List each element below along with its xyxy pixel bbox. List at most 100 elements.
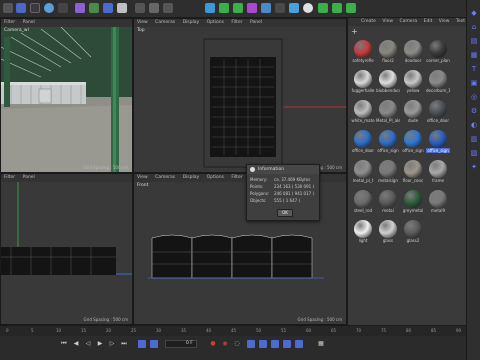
key-scale-icon[interactable] bbox=[271, 340, 279, 348]
material-swatch[interactable]: metalsign bbox=[376, 158, 400, 186]
object-manager-icon[interactable]: ◆ bbox=[469, 8, 479, 18]
cloner-icon[interactable] bbox=[247, 3, 257, 13]
material-swatch[interactable]: steel_rod bbox=[351, 188, 375, 216]
menu-view[interactable]: View bbox=[137, 20, 148, 25]
material-swatch[interactable]: office_sign bbox=[376, 128, 400, 156]
frame-field[interactable]: 0 F bbox=[165, 340, 197, 348]
loop-icon[interactable] bbox=[138, 340, 146, 348]
deformer-icon[interactable] bbox=[261, 3, 271, 13]
material-swatch[interactable]: metal bbox=[376, 188, 400, 216]
tag-icon-1[interactable] bbox=[318, 3, 328, 13]
material-swatch[interactable]: metal_pl_t bbox=[351, 158, 375, 186]
go-start-icon[interactable]: ⏮ bbox=[60, 340, 68, 348]
play-icon[interactable]: ▶ bbox=[96, 340, 104, 348]
prev-key-icon[interactable]: ◀ bbox=[72, 340, 80, 348]
y-axis-icon[interactable] bbox=[89, 3, 99, 13]
next-frame-icon[interactable]: ▷ bbox=[108, 340, 116, 348]
material-swatch[interactable]: office_door bbox=[351, 128, 375, 156]
material-swatch[interactable]: corner_plan bbox=[426, 38, 450, 66]
material-swatch[interactable]: office_door bbox=[426, 98, 450, 126]
subdivision-icon[interactable] bbox=[233, 3, 243, 13]
timeline-ruler[interactable]: 0 5 10 15 20 25 30 35 40 45 50 55 60 65 70 75 80 85 90 bbox=[0, 326, 466, 336]
menu-filter[interactable]: Filter bbox=[4, 20, 15, 25]
select-icon[interactable] bbox=[58, 3, 68, 13]
material-swatch[interactable]: decorbum_1 bbox=[426, 68, 450, 96]
material-swatch[interactable]: greymetal bbox=[401, 188, 425, 216]
material-swatch[interactable]: dude bbox=[401, 98, 425, 126]
rotate-icon[interactable] bbox=[44, 3, 54, 13]
material-swatch[interactable]: safetyrefle bbox=[351, 38, 375, 66]
prev-frame-icon[interactable]: ◁ bbox=[84, 340, 92, 348]
record-icon[interactable]: ● bbox=[209, 340, 217, 348]
ok-button[interactable]: OK bbox=[277, 209, 293, 217]
menu-display[interactable]: Display bbox=[183, 175, 200, 180]
menu-view[interactable]: View bbox=[137, 175, 148, 180]
render-settings-icon[interactable] bbox=[163, 3, 173, 13]
floor-icon[interactable] bbox=[275, 3, 285, 13]
menu-filter[interactable]: Filter bbox=[4, 175, 15, 180]
console-icon[interactable]: ▧ bbox=[469, 148, 479, 158]
material-swatch[interactable]: office_sign bbox=[401, 128, 425, 156]
sound-icon[interactable] bbox=[150, 340, 158, 348]
layer-icon[interactable]: ◐ bbox=[469, 120, 479, 130]
menu-filter[interactable]: Filter bbox=[231, 175, 242, 180]
world-icon[interactable] bbox=[117, 3, 127, 13]
camera-icon[interactable] bbox=[289, 3, 299, 13]
key-rotate-icon[interactable] bbox=[259, 340, 267, 348]
menu-camera[interactable]: Camera bbox=[400, 19, 418, 24]
content-browser-icon[interactable]: ▤ bbox=[469, 36, 479, 46]
settings-icon[interactable]: ⚙ bbox=[469, 106, 479, 116]
material-swatch[interactable]: white_mate bbox=[351, 98, 375, 126]
top-viewport[interactable]: View Cameras Display Options Filter Pane… bbox=[133, 18, 347, 173]
cube-icon[interactable] bbox=[205, 3, 215, 13]
keyframe-icon[interactable]: ◌ bbox=[233, 340, 241, 348]
material-swatch[interactable]: frame bbox=[426, 158, 450, 186]
scale-icon[interactable] bbox=[30, 3, 40, 13]
material-swatch[interactable]: metal9 bbox=[426, 188, 450, 216]
undo-icon[interactable] bbox=[3, 3, 13, 13]
menu-panel[interactable]: Panel bbox=[23, 20, 35, 25]
material-swatch[interactable]: floor2 bbox=[376, 38, 400, 66]
go-end-icon[interactable]: ⏭ bbox=[120, 340, 128, 348]
material-swatch[interactable]: glass bbox=[376, 218, 400, 246]
pen-icon[interactable] bbox=[219, 3, 229, 13]
menu-display[interactable]: Display bbox=[183, 20, 200, 25]
material-swatch[interactable]: Metal_Pl_ale bbox=[376, 98, 400, 126]
render-region-icon[interactable] bbox=[135, 3, 145, 13]
menu-create[interactable]: Create bbox=[361, 19, 376, 24]
material-swatch[interactable]: floor_conc bbox=[401, 158, 425, 186]
menu-view-2[interactable]: View bbox=[439, 19, 450, 24]
attributes-icon[interactable]: ◎ bbox=[469, 92, 479, 102]
menu-options[interactable]: Options bbox=[207, 175, 224, 180]
takes-icon[interactable]: ⌂ bbox=[469, 22, 479, 32]
autokey-icon[interactable]: ◉ bbox=[221, 340, 229, 348]
right-viewport[interactable]: Filter Panel Grid Spacing : 500 cm bbox=[0, 173, 133, 325]
text-icon[interactable]: T bbox=[469, 64, 479, 74]
structure-icon[interactable]: ▦ bbox=[469, 50, 479, 60]
light-icon[interactable] bbox=[303, 3, 313, 13]
snap-icon[interactable]: ✦ bbox=[469, 162, 479, 172]
menu-cameras[interactable]: Cameras bbox=[155, 175, 175, 180]
layers-icon[interactable]: ▣ bbox=[469, 78, 479, 88]
menu-options[interactable]: Options bbox=[207, 20, 224, 25]
add-icon[interactable]: + bbox=[351, 28, 359, 36]
z-axis-icon[interactable] bbox=[103, 3, 113, 13]
material-swatch[interactable]: doodoor bbox=[401, 38, 425, 66]
key-pla-icon[interactable] bbox=[295, 340, 303, 348]
material-swatch[interactable]: yellow bbox=[401, 68, 425, 96]
timeline-menu-icon[interactable]: ▦ bbox=[317, 340, 325, 348]
material-swatch[interactable]: office_sign bbox=[426, 128, 450, 156]
render-icon[interactable]: ▥ bbox=[469, 134, 479, 144]
menu-panel[interactable]: Panel bbox=[23, 175, 35, 180]
material-swatch[interactable]: light bbox=[351, 218, 375, 246]
menu-text[interactable]: Text bbox=[456, 19, 465, 24]
render-view-icon[interactable] bbox=[149, 3, 159, 13]
menu-filter[interactable]: Filter bbox=[231, 20, 242, 25]
material-swatch[interactable]: blubbendun bbox=[376, 68, 400, 96]
material-swatch[interactable]: fuggerhalle bbox=[351, 68, 375, 96]
tag-icon-2[interactable] bbox=[332, 3, 342, 13]
tag-icon-3[interactable] bbox=[346, 3, 356, 13]
perspective-viewport[interactable]: Filter Panel Camera_wl Grid Spacing : 50… bbox=[0, 18, 133, 173]
dialog-title[interactable]: Information bbox=[247, 165, 319, 174]
key-param-icon[interactable] bbox=[283, 340, 291, 348]
